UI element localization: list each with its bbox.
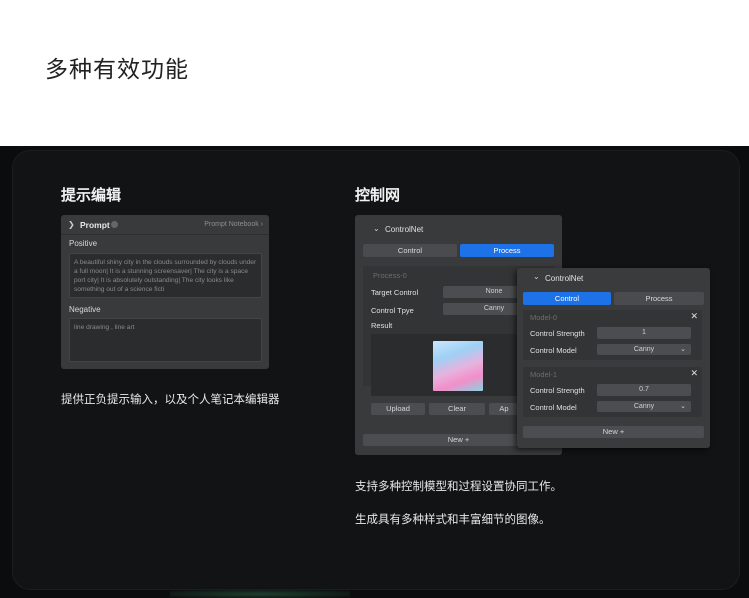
- model-card: Model-1 ✕ Control Strength 0.7 Control M…: [523, 367, 702, 417]
- controlnet-description-2: 生成具有多种样式和丰富细节的图像。: [355, 512, 551, 526]
- control-model-value: Canny: [633, 346, 655, 353]
- prompt-notebook-link[interactable]: Prompt Notebook ›: [204, 221, 263, 228]
- control-model-label: Control Model: [530, 403, 577, 412]
- control-strength-label: Control Strength: [530, 386, 585, 395]
- model-card: Model-0 ✕ Control Strength 1 Control Mod…: [523, 310, 702, 360]
- bottom-glow: [170, 590, 350, 598]
- control-strength-label: Control Strength: [530, 329, 585, 338]
- control-model-select[interactable]: Canny ⌄: [597, 401, 691, 412]
- control-model-select[interactable]: Canny ⌄: [597, 344, 691, 355]
- prompt-notebook-label: Prompt Notebook: [204, 221, 259, 228]
- chevron-down-icon: ⌄: [680, 346, 686, 353]
- close-icon[interactable]: ✕: [690, 368, 698, 379]
- page-title: 多种有效功能: [45, 57, 189, 83]
- chevron-down-icon[interactable]: ⌄: [533, 272, 540, 281]
- prompt-panel-header[interactable]: ❯ Prompt Prompt Notebook ›: [61, 215, 269, 235]
- result-label: Result: [371, 321, 393, 330]
- control-model-label: Control Model: [530, 346, 577, 355]
- result-image[interactable]: [433, 341, 483, 391]
- prompt-section-title: 提示编辑: [61, 186, 122, 204]
- prompt-panel: ❯ Prompt Prompt Notebook › Positive A be…: [61, 215, 269, 369]
- close-icon[interactable]: ✕: [690, 311, 698, 322]
- new-model-button[interactable]: New +: [523, 426, 704, 438]
- control-model-value: Canny: [633, 403, 655, 410]
- chevron-down-icon[interactable]: ❯: [68, 220, 75, 229]
- positive-prompt-input[interactable]: A beautiful shiny city in the clouds sur…: [69, 253, 262, 298]
- process-name: Process-0: [373, 271, 407, 280]
- prompt-description: 提供正负提示输入，以及个人笔记本编辑器: [61, 392, 280, 406]
- controlnet-control-panel: ⌄ ControlNet Control Process Model-0 ✕ C…: [517, 268, 710, 448]
- controlnet-header-title: ControlNet: [385, 225, 424, 234]
- model-name: Model-0: [530, 313, 558, 322]
- control-strength-input[interactable]: 1: [597, 327, 691, 339]
- negative-label: Negative: [69, 305, 101, 314]
- control-type-label: Control Tpye: [371, 306, 414, 315]
- control-strength-input[interactable]: 0.7: [597, 384, 691, 396]
- chevron-down-icon: ⌄: [680, 403, 686, 410]
- controlnet-section-title: 控制网: [355, 186, 401, 204]
- positive-label: Positive: [69, 239, 98, 248]
- negative-prompt-input[interactable]: line drawing , line art: [69, 318, 262, 362]
- clear-button[interactable]: Clear: [429, 403, 485, 415]
- tab-process[interactable]: Process: [460, 244, 554, 257]
- prompt-panel-title: Prompt: [80, 220, 110, 230]
- controlnet-description-1: 支持多种控制模型和过程设置协同工作。: [355, 479, 562, 493]
- apply-button[interactable]: Ap: [489, 403, 519, 415]
- tab-process[interactable]: Process: [614, 292, 704, 305]
- info-icon[interactable]: [111, 221, 118, 228]
- upload-button[interactable]: Upload: [371, 403, 425, 415]
- chevron-down-icon[interactable]: ⌄: [373, 224, 380, 233]
- controlnet-front-header-title: ControlNet: [545, 274, 584, 283]
- tab-control[interactable]: Control: [523, 292, 611, 305]
- target-control-label: Target Control: [371, 288, 419, 297]
- tab-control[interactable]: Control: [363, 244, 457, 257]
- model-name: Model-1: [530, 370, 558, 379]
